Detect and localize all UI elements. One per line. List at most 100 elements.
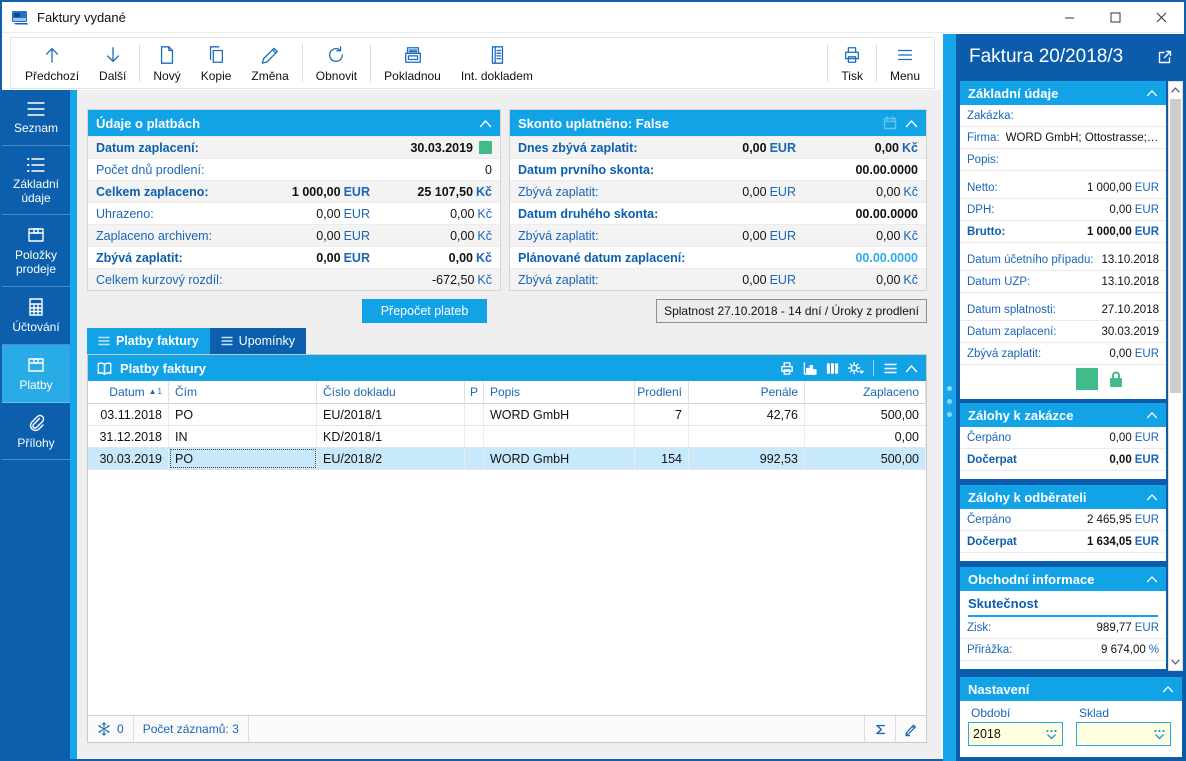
warehouse-field: Sklad <box>1076 706 1171 746</box>
sidebar-item-polozky-prodeje[interactable]: Položky prodeje <box>2 215 70 287</box>
menu-list-icon <box>25 100 47 118</box>
table-row[interactable]: 31.12.2018 IN KD/2018/1 0,00 <box>88 426 926 448</box>
detail-row: Brutto:1 000,00EUR <box>960 221 1166 243</box>
toolbar-separator <box>370 44 371 82</box>
previous-button[interactable]: Předchozí <box>15 40 89 86</box>
column-header-datum[interactable]: Datum▲1 <box>88 381 169 403</box>
sidebar-item-uctovani[interactable]: Účtování <box>2 287 70 345</box>
open-external-icon[interactable] <box>1157 49 1173 65</box>
arrow-down-icon <box>103 44 123 67</box>
grid-menu-icon[interactable] <box>883 362 898 375</box>
scroll-down-arrow[interactable] <box>1169 654 1182 670</box>
panel-splitter[interactable] <box>943 34 956 761</box>
minimize-button[interactable] <box>1046 2 1092 33</box>
column-header-p[interactable]: P <box>465 381 484 403</box>
menu-button[interactable]: Menu <box>880 40 930 86</box>
period-combobox[interactable]: 2018 <box>968 722 1063 746</box>
toolbar: Předchozí Další Nový Kopie Změna Obnovit… <box>10 37 935 89</box>
lock-icon <box>1106 369 1126 389</box>
toolbar-separator <box>827 44 828 82</box>
new-button[interactable]: Nový <box>143 40 190 86</box>
book-icon <box>96 361 113 376</box>
sidebar-item-seznam[interactable]: Seznam <box>2 90 70 146</box>
reality-subheader: Skutečnost <box>968 596 1158 617</box>
collapse-chevron-icon[interactable] <box>1162 685 1174 693</box>
due-date-button[interactable]: Splatnost 27.10.2018 - 14 dní / Úroky z … <box>656 299 927 323</box>
column-header-popis[interactable]: Popis <box>484 381 635 403</box>
next-button[interactable]: Další <box>89 40 136 86</box>
warehouse-combobox[interactable] <box>1076 722 1171 746</box>
detail-row: Datum UZP:13.10.2018 <box>960 271 1166 293</box>
columns-icon[interactable] <box>825 361 840 376</box>
close-button[interactable] <box>1138 2 1184 33</box>
detail-row: DPH:0,00EUR <box>960 199 1166 221</box>
column-header-zaplaceno[interactable]: Zaplaceno <box>805 381 926 403</box>
collapse-chevron-icon[interactable] <box>1146 411 1158 419</box>
grid-footer: 0 Počet záznamů: 3 <box>88 715 926 742</box>
focused-cell[interactable]: PO <box>169 448 317 469</box>
paid-status-marker <box>479 141 492 154</box>
paid-status-marker <box>1076 368 1098 390</box>
print-button[interactable]: Tisk <box>831 40 873 86</box>
internal-document-button[interactable]: Int. dokladem <box>451 40 543 86</box>
frozen-rows-indicator: 0 <box>88 716 134 742</box>
snowflake-icon <box>97 722 111 736</box>
sidebar-item-zakladni-udaje[interactable]: Základní údaje <box>2 146 70 216</box>
sidebar-item-prilohy[interactable]: Přílohy <box>2 403 70 461</box>
scroll-up-arrow[interactable] <box>1169 82 1182 98</box>
pencil-icon <box>260 44 280 67</box>
table-row-selected[interactable]: 30.03.2019 PO EU/2018/2 WORD GmbH 154 99… <box>88 448 926 470</box>
recalculate-payments-button[interactable]: Přepočet plateb <box>362 299 487 323</box>
section-header: Nastavení <box>960 677 1182 701</box>
section-header: Zálohy k odběrateli <box>960 485 1166 509</box>
column-header-cim[interactable]: Čím <box>169 381 317 403</box>
dropdown-arrow-icon <box>1045 729 1058 740</box>
basic-info-section: Základní údaje Zakázka: Firma:WORD GmbH;… <box>960 81 1166 399</box>
refresh-button[interactable]: Obnovit <box>306 40 367 86</box>
payment-info-panel: Údaje o platbách Datum zaplacení: 30.03.… <box>87 109 501 291</box>
new-document-icon <box>157 44 177 67</box>
tab-upominky[interactable]: Upomínky <box>210 328 306 354</box>
chart-icon[interactable] <box>802 361 818 376</box>
panel-row: Celkem zaplaceno: 1 000,00EUR 25 107,50K… <box>88 180 500 202</box>
tab-bar: Platby faktury Upomínky <box>87 328 306 354</box>
sidebar: Seznam Základní údaje Položky prodeje Úč… <box>2 90 70 759</box>
grid-column-headers: Datum▲1 Čím Číslo dokladu P Popis Prodle… <box>88 381 926 404</box>
detail-row: Firma:WORD GmbH; Ottostrasse; ... <box>960 127 1166 149</box>
column-header-prodleni[interactable]: Prodlení <box>635 381 689 403</box>
detail-row: Dočerpat0,00EUR <box>960 449 1166 471</box>
copy-icon <box>206 44 226 67</box>
tab-platby-faktury[interactable]: Platby faktury <box>87 328 210 354</box>
section-header: Základní údaje <box>960 81 1166 105</box>
panel-row: Celkem kurzový rozdíl: -672,50Kč <box>88 268 500 290</box>
column-header-cislo-dokladu[interactable]: Číslo dokladu <box>317 381 465 403</box>
collapse-chevron-icon[interactable] <box>1146 89 1158 97</box>
detail-row: Zbývá zaplatit:0,00EUR <box>960 343 1166 365</box>
column-header-penale[interactable]: Penále <box>689 381 805 403</box>
maximize-button[interactable] <box>1092 2 1138 33</box>
cash-register-icon <box>403 44 423 67</box>
edit-button[interactable]: Změna <box>241 40 298 86</box>
detail-row: Popis: <box>960 149 1166 171</box>
panel-row: Zbývá zaplatit: 0,00EUR 0,00Kč <box>510 268 926 290</box>
table-row[interactable]: 03.11.2018 PO EU/2018/1 WORD GmbH 7 42,7… <box>88 404 926 426</box>
collapse-chevron-icon[interactable] <box>1146 575 1158 583</box>
grid-collapse-chevron-icon[interactable] <box>905 364 918 373</box>
sidebar-item-platby[interactable]: Platby <box>2 345 70 403</box>
scrollbar-thumb[interactable] <box>1170 99 1181 393</box>
settings-gear-icon[interactable] <box>847 361 864 376</box>
collapse-chevron-icon[interactable] <box>905 119 918 128</box>
window-title: Faktury vydané <box>37 10 126 25</box>
copy-button[interactable]: Kopie <box>191 40 242 86</box>
payments-box-icon <box>26 355 46 375</box>
sum-button[interactable] <box>864 716 895 742</box>
collapse-chevron-icon[interactable] <box>479 119 492 128</box>
dropdown-arrow-icon <box>1153 729 1166 740</box>
cash-register-button[interactable]: Pokladnou <box>374 40 451 86</box>
period-field: Období 2018 <box>968 706 1063 746</box>
edit-pencil-button[interactable] <box>895 716 926 742</box>
collapse-chevron-icon[interactable] <box>1146 493 1158 501</box>
print-grid-icon[interactable] <box>779 361 795 376</box>
detail-row: Datum účetního případu:13.10.2018 <box>960 249 1166 271</box>
detail-scrollbar[interactable] <box>1168 81 1183 671</box>
